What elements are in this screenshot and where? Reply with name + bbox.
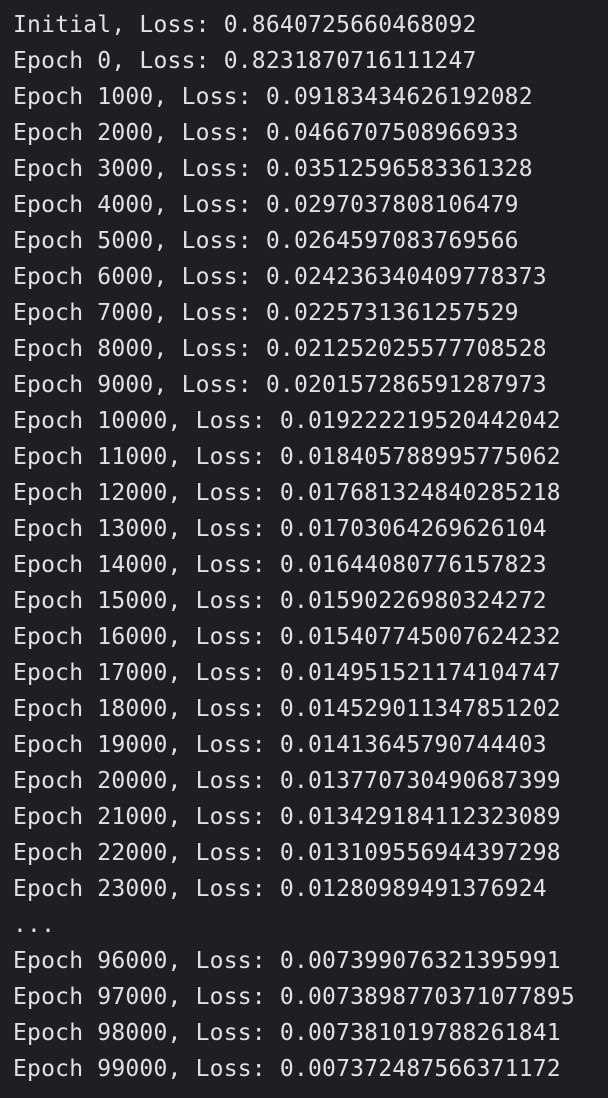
log-line-epoch-4000: Epoch 4000, Loss: 0.0297037808106479 bbox=[13, 192, 519, 218]
log-line-epoch-19000: Epoch 19000, Loss: 0.01413645790744403 bbox=[13, 732, 547, 758]
log-line-epoch-98000: Epoch 98000, Loss: 0.007381019788261841 bbox=[13, 1020, 561, 1046]
log-line-epoch-99000: Epoch 99000, Loss: 0.007372487566371172 bbox=[13, 1056, 561, 1082]
console-output[interactable]: Initial, Loss: 0.8640725660468092 Epoch … bbox=[0, 0, 608, 1098]
log-line-epoch-12000: Epoch 12000, Loss: 0.017681324840285218 bbox=[13, 480, 561, 506]
log-line-epoch-20000: Epoch 20000, Loss: 0.013770730490687399 bbox=[13, 768, 561, 794]
log-line-epoch-9000: Epoch 9000, Loss: 0.020157286591287973 bbox=[13, 372, 547, 398]
log-line-epoch-21000: Epoch 21000, Loss: 0.013429184112323089 bbox=[13, 804, 561, 830]
log-line-epoch-3000: Epoch 3000, Loss: 0.03512596583361328 bbox=[13, 156, 533, 182]
log-line-epoch-8000: Epoch 8000, Loss: 0.021252025577708528 bbox=[13, 336, 547, 362]
log-line-epoch-97000: Epoch 97000, Loss: 0.0073898770371077895 bbox=[13, 984, 575, 1010]
log-line-epoch-14000: Epoch 14000, Loss: 0.01644080776157823 bbox=[13, 552, 547, 578]
log-line-epoch-96000: Epoch 96000, Loss: 0.007399076321395991 bbox=[13, 948, 561, 974]
log-line-epoch-17000: Epoch 17000, Loss: 0.014951521174104747 bbox=[13, 660, 561, 686]
log-line-epoch-7000: Epoch 7000, Loss: 0.0225731361257529 bbox=[13, 300, 519, 326]
log-line-epoch-13000: Epoch 13000, Loss: 0.01703064269626104 bbox=[13, 516, 547, 542]
log-line-epoch-22000: Epoch 22000, Loss: 0.013109556944397298 bbox=[13, 840, 561, 866]
log-line-epoch-2000: Epoch 2000, Loss: 0.0466707508966933 bbox=[13, 120, 519, 146]
log-line-initial: Initial, Loss: 0.8640725660468092 bbox=[13, 12, 477, 38]
log-line-epoch-0: Epoch 0, Loss: 0.8231870716111247 bbox=[13, 48, 477, 74]
log-line-epoch-6000: Epoch 6000, Loss: 0.024236340409778373 bbox=[13, 264, 547, 290]
log-line-epoch-23000: Epoch 23000, Loss: 0.01280989491376924 bbox=[13, 876, 547, 902]
log-line-epoch-10000: Epoch 10000, Loss: 0.019222219520442042 bbox=[13, 408, 561, 434]
log-line-ellipsis: ... bbox=[13, 912, 56, 938]
log-line-epoch-18000: Epoch 18000, Loss: 0.014529011347851202 bbox=[13, 696, 561, 722]
log-line-epoch-5000: Epoch 5000, Loss: 0.0264597083769566 bbox=[13, 228, 519, 254]
log-line-epoch-1000: Epoch 1000, Loss: 0.09183434626192082 bbox=[13, 84, 533, 110]
log-line-epoch-15000: Epoch 15000, Loss: 0.01590226980324272 bbox=[13, 588, 547, 614]
log-line-epoch-16000: Epoch 16000, Loss: 0.015407745007624232 bbox=[13, 624, 561, 650]
log-line-epoch-11000: Epoch 11000, Loss: 0.018405788995775062 bbox=[13, 444, 561, 470]
